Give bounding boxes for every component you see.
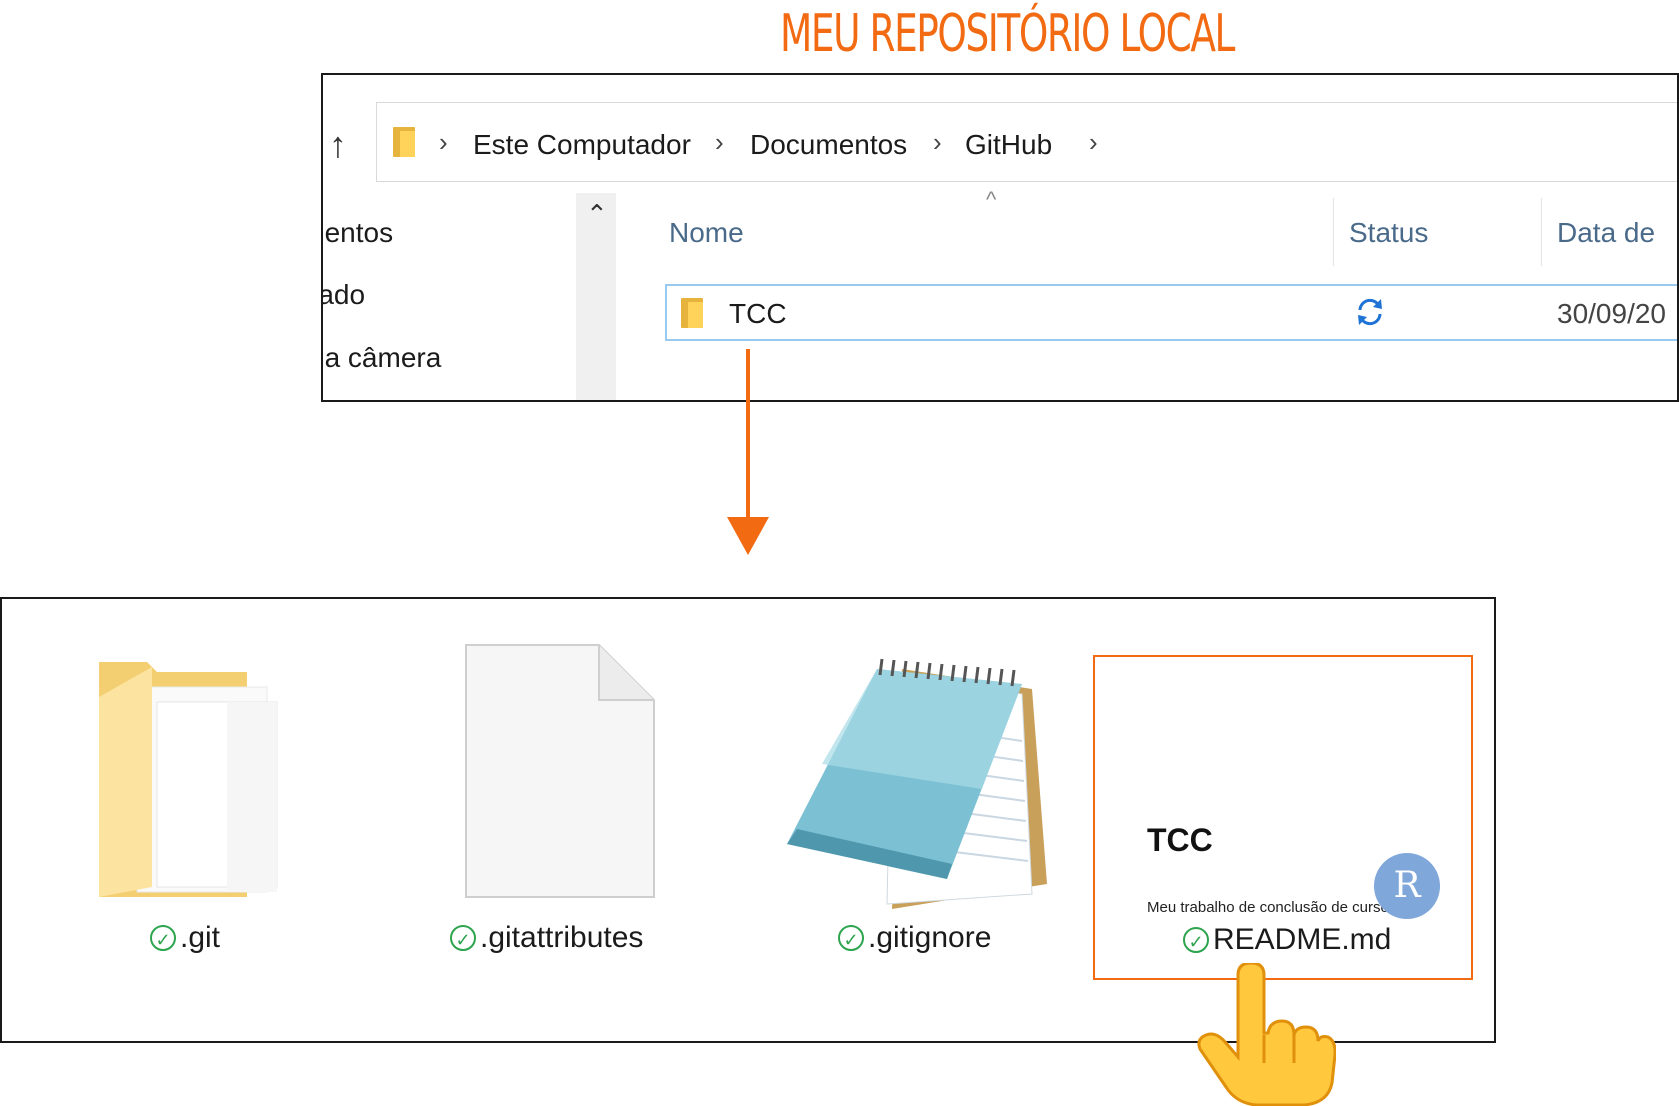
sort-caret-icon: ^: [986, 187, 997, 212]
breadcrumb-item[interactable]: Este Computador: [473, 129, 691, 161]
check-icon: ✓: [838, 925, 864, 951]
file-row-name: TCC: [729, 298, 787, 329]
breadcrumb-item[interactable]: Documentos: [750, 129, 907, 161]
page-heading: MEU REPOSITÓRIO LOCAL: [780, 4, 1235, 64]
up-arrow-icon[interactable]: ↑: [329, 124, 347, 166]
file-label[interactable]: ✓ README.md: [1183, 923, 1391, 957]
sync-icon: [1358, 298, 1382, 326]
scrollbar[interactable]: ⌃: [576, 193, 616, 400]
readme-preview-description: Meu trabalho de conclusão de curso: [1147, 899, 1389, 916]
readme-file-tile[interactable]: TCC Meu trabalho de conclusão de curso R…: [1093, 655, 1473, 980]
chevron-right-icon: ›: [439, 127, 448, 157]
column-header-date[interactable]: Data de: [1557, 217, 1655, 249]
file-row-tcc[interactable]: TCC 30/09/20: [665, 284, 1677, 341]
folder-icon: [393, 127, 415, 157]
column-divider[interactable]: [1541, 198, 1542, 266]
file-row-date: 30/09/20: [1557, 298, 1666, 329]
blank-file-icon[interactable]: [464, 643, 656, 899]
chevron-right-icon: ›: [715, 127, 724, 157]
column-header-status[interactable]: Status: [1349, 217, 1428, 249]
address-bar-row: ↑ › Este Computador › Documentos › GitHu…: [323, 102, 1677, 182]
folder-icon[interactable]: [97, 657, 297, 902]
file-name: .git: [180, 921, 221, 954]
rstudio-icon: R: [1374, 853, 1440, 919]
file-label[interactable]: ✓ .git: [150, 921, 220, 955]
notepad-icon[interactable]: [782, 649, 1052, 911]
sidebar-item[interactable]: rado: [323, 279, 365, 311]
chevron-up-icon[interactable]: ⌃: [586, 199, 608, 230]
file-name: .gitattributes: [480, 921, 644, 954]
breadcrumb-item[interactable]: GitHub: [965, 129, 1052, 161]
navigation-pane: nentos rado da câmera ⌃: [323, 193, 618, 400]
column-divider[interactable]: [1333, 198, 1334, 266]
file-label[interactable]: ✓ .gitignore: [838, 921, 991, 955]
sidebar-item[interactable]: nentos: [323, 217, 393, 249]
address-bar[interactable]: › Este Computador › Documentos › GitHub …: [376, 102, 1677, 182]
file-name: .gitignore: [868, 921, 992, 954]
file-explorer-window: ↑ › Este Computador › Documentos › GitHu…: [321, 73, 1679, 402]
file-label[interactable]: ✓ .gitattributes: [450, 921, 643, 955]
readme-preview-title: TCC: [1147, 822, 1213, 858]
pointing-hand-icon: [1197, 963, 1336, 1106]
sidebar-item[interactable]: da câmera: [323, 342, 441, 374]
arrow-connector: [746, 349, 750, 519]
file-name: README.md: [1213, 923, 1392, 956]
folder-icon: [681, 298, 703, 328]
column-header-name[interactable]: Nome: [669, 217, 744, 249]
check-icon: ✓: [1183, 927, 1209, 953]
chevron-right-icon: ›: [933, 127, 942, 157]
chevron-right-icon: ›: [1089, 127, 1098, 157]
arrow-down-icon: [727, 517, 769, 555]
check-icon: ✓: [450, 925, 476, 951]
check-icon: ✓: [150, 925, 176, 951]
